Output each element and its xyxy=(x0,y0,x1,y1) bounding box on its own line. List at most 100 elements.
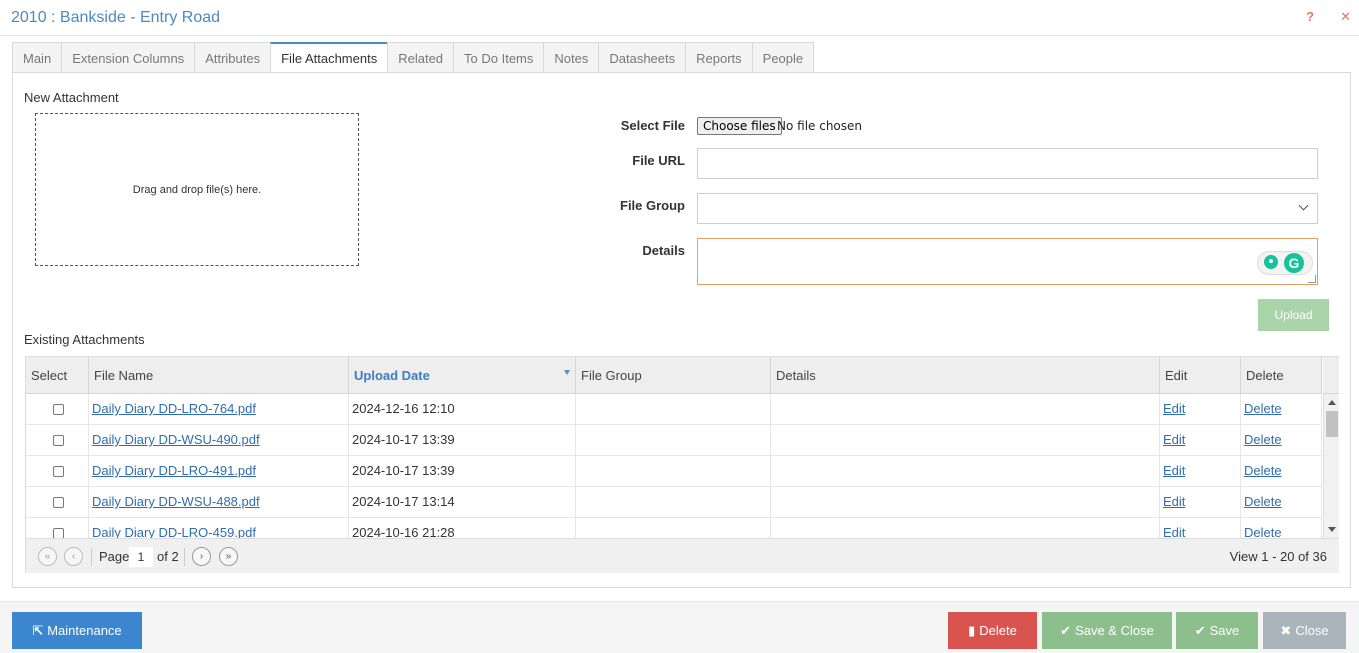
file-group-cell xyxy=(576,394,771,424)
col-header-file-group[interactable]: File Group xyxy=(576,357,771,394)
page-count-label: of 2 xyxy=(157,549,179,564)
save-button[interactable]: ✔ Save xyxy=(1176,612,1258,649)
previous-page-icon[interactable]: ‹ xyxy=(64,547,83,566)
tab-extension-columns[interactable]: Extension Columns xyxy=(61,42,195,73)
tab-file-attachments[interactable]: File Attachments xyxy=(270,42,388,74)
edit-cell: Edit xyxy=(1160,456,1241,486)
pager-separator xyxy=(91,548,92,566)
delete-link[interactable]: Delete xyxy=(1244,401,1282,416)
row-checkbox[interactable] xyxy=(53,404,64,415)
file-dropzone[interactable]: Drag and drop file(s) here. xyxy=(35,113,359,266)
table-row: Daily Diary DD-LRO-764.pdf 2024-12-16 12… xyxy=(26,394,1322,425)
tab-reports[interactable]: Reports xyxy=(685,42,752,73)
check-icon: ✔ xyxy=(1060,623,1072,638)
external-link-icon: ⇱ xyxy=(32,623,44,638)
sort-desc-icon xyxy=(564,370,570,375)
tab-datasheets[interactable]: Datasheets xyxy=(598,42,686,73)
page-label: Page xyxy=(99,549,130,564)
resize-grip-icon[interactable] xyxy=(1308,275,1316,283)
new-attachment-heading: New Attachment xyxy=(24,90,119,105)
delete-link[interactable]: Delete xyxy=(1244,494,1282,509)
grammarly-icon[interactable]: G xyxy=(1284,253,1304,273)
table-row: Daily Diary DD-LRO-491.pdf 2024-10-17 13… xyxy=(26,456,1322,487)
file-name-link[interactable]: Daily Diary DD-LRO-764.pdf xyxy=(92,401,256,416)
tab-main[interactable]: Main xyxy=(12,42,62,73)
col-header-select[interactable]: Select xyxy=(26,357,89,394)
edit-link[interactable]: Edit xyxy=(1163,463,1185,478)
check-icon: ✔ xyxy=(1194,623,1206,638)
file-url-label: File URL xyxy=(632,153,685,168)
row-select-cell xyxy=(26,487,89,517)
tab-notes[interactable]: Notes xyxy=(543,42,599,73)
help-icon[interactable]: ? xyxy=(1306,10,1314,24)
file-name-cell: Daily Diary DD-WSU-488.pdf xyxy=(89,487,349,517)
upload-date-cell: 2024-10-16 21:28 xyxy=(349,518,576,538)
grammarly-widget[interactable]: G xyxy=(1257,251,1313,275)
grid-header: Select File Name Upload Date File Group … xyxy=(26,357,1322,394)
tab-people[interactable]: People xyxy=(751,42,815,73)
delete-link[interactable]: Delete xyxy=(1244,463,1282,478)
close-x-icon: ✖ xyxy=(1280,623,1292,638)
grid-vertical-scrollbar[interactable] xyxy=(1323,394,1339,538)
file-name-link[interactable]: Daily Diary DD-LRO-459.pdf xyxy=(92,525,256,538)
file-name-cell: Daily Diary DD-LRO-459.pdf xyxy=(89,518,349,538)
table-row: Daily Diary DD-WSU-488.pdf 2024-10-17 13… xyxy=(26,487,1322,518)
col-header-upload-date-label: Upload Date xyxy=(354,368,430,383)
file-name-link[interactable]: Daily Diary DD-WSU-488.pdf xyxy=(92,494,260,509)
existing-attachments-heading: Existing Attachments xyxy=(24,332,145,347)
edit-cell: Edit xyxy=(1160,394,1241,424)
row-checkbox[interactable] xyxy=(53,466,64,477)
footer-toolbar: ⇱ Maintenance ▮ Delete ✔ Save & Close ✔ Save… xyxy=(0,601,1359,653)
edit-link[interactable]: Edit xyxy=(1163,525,1185,538)
row-checkbox[interactable] xyxy=(53,435,64,446)
edit-link[interactable]: Edit xyxy=(1163,432,1185,447)
col-header-upload-date[interactable]: Upload Date xyxy=(349,357,576,394)
tab-related[interactable]: Related xyxy=(387,42,454,73)
col-header-file-name[interactable]: File Name xyxy=(89,357,349,394)
details-cell xyxy=(771,394,1160,424)
delete-link[interactable]: Delete xyxy=(1244,432,1282,447)
upload-date-cell: 2024-10-17 13:39 xyxy=(349,425,576,455)
scroll-thumb[interactable] xyxy=(1326,411,1338,437)
page-number-input[interactable] xyxy=(129,547,153,567)
tab-bar: Main Extension Columns Attributes File A… xyxy=(12,42,815,74)
file-url-input[interactable] xyxy=(697,148,1318,179)
row-select-cell xyxy=(26,518,89,538)
delete-link[interactable]: Delete xyxy=(1244,525,1282,538)
lightbulb-icon[interactable] xyxy=(1264,255,1278,269)
scroll-up-icon[interactable] xyxy=(1328,400,1336,405)
close-button[interactable]: ✖ Close xyxy=(1263,612,1346,649)
file-name-link[interactable]: Daily Diary DD-WSU-490.pdf xyxy=(92,432,260,447)
maintenance-label: Maintenance xyxy=(47,623,122,638)
tab-attributes[interactable]: Attributes xyxy=(194,42,271,73)
col-header-details[interactable]: Details xyxy=(771,357,1160,394)
choose-files-button[interactable]: Choose files xyxy=(697,117,782,135)
delete-button[interactable]: ▮ Delete xyxy=(948,612,1037,649)
table-row: Daily Diary DD-WSU-490.pdf 2024-10-17 13… xyxy=(26,425,1322,456)
delete-cell: Delete xyxy=(1241,456,1322,486)
row-checkbox[interactable] xyxy=(53,528,64,538)
details-textarea[interactable]: G xyxy=(697,238,1318,285)
upload-button[interactable]: Upload xyxy=(1258,299,1329,331)
edit-link[interactable]: Edit xyxy=(1163,401,1185,416)
edit-cell: Edit xyxy=(1160,425,1241,455)
col-header-edit[interactable]: Edit xyxy=(1160,357,1241,394)
last-page-icon[interactable]: » xyxy=(219,547,238,566)
upload-date-cell: 2024-10-17 13:14 xyxy=(349,487,576,517)
edit-cell: Edit xyxy=(1160,487,1241,517)
row-checkbox[interactable] xyxy=(53,497,64,508)
close-icon[interactable]: ✕ xyxy=(1340,10,1351,24)
next-page-icon[interactable]: › xyxy=(192,547,211,566)
maintenance-button[interactable]: ⇱ Maintenance xyxy=(12,612,142,649)
save-and-close-button[interactable]: ✔ Save & Close xyxy=(1042,612,1172,649)
edit-link[interactable]: Edit xyxy=(1163,494,1185,509)
scroll-down-icon[interactable] xyxy=(1328,527,1336,532)
row-select-cell xyxy=(26,394,89,424)
file-group-select[interactable] xyxy=(697,193,1318,224)
trash-icon: ▮ xyxy=(968,623,976,638)
file-name-link[interactable]: Daily Diary DD-LRO-491.pdf xyxy=(92,463,256,478)
first-page-icon[interactable]: « xyxy=(38,547,57,566)
col-header-delete[interactable]: Delete xyxy=(1241,357,1322,394)
tab-to-do-items[interactable]: To Do Items xyxy=(453,42,544,73)
upload-date-cell: 2024-12-16 12:10 xyxy=(349,394,576,424)
